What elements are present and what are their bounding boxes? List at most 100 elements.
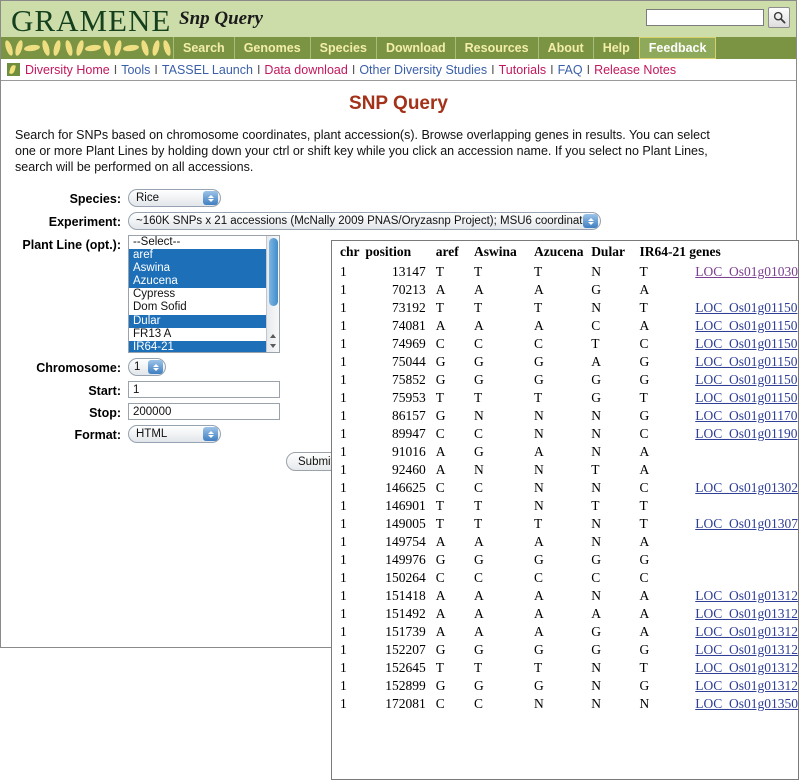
nav-item-search[interactable]: Search bbox=[173, 37, 234, 59]
nav-item-help[interactable]: Help bbox=[592, 37, 639, 59]
nav-item-genomes[interactable]: Genomes bbox=[233, 37, 310, 59]
nav-item-species[interactable]: Species bbox=[309, 37, 376, 59]
sublink-diversity-home[interactable]: Diversity Home bbox=[25, 63, 110, 77]
gene-link[interactable]: LOC_Os01g01307 bbox=[695, 516, 798, 531]
cell-aref: A bbox=[435, 444, 446, 459]
cell-dular: N bbox=[591, 444, 601, 459]
sublink-other-diversity-studies[interactable]: Other Diversity Studies bbox=[359, 63, 487, 77]
nav-item-about[interactable]: About bbox=[537, 37, 593, 59]
cell-genes: LOC_Os01g01150 bbox=[689, 371, 798, 389]
plantline-option[interactable]: aref bbox=[129, 249, 266, 263]
table-row: 1 151492 A A A A A LOC_Os01g01312 bbox=[332, 605, 798, 623]
gene-link[interactable]: LOC_Os01g01150 bbox=[695, 354, 797, 369]
gene-link[interactable]: LOC_Os01g01150 bbox=[695, 390, 797, 405]
cell-ir64-21: G bbox=[639, 408, 650, 423]
plantline-option[interactable]: Cypress bbox=[129, 288, 266, 301]
sublink-faq[interactable]: FAQ bbox=[558, 63, 583, 77]
gene-link[interactable]: LOC_Os01g01350 bbox=[695, 696, 798, 711]
cell-position: 13147 bbox=[391, 264, 426, 279]
chromosome-select[interactable]: 1 bbox=[128, 358, 166, 376]
gene-link[interactable]: LOC_Os01g01030 bbox=[695, 264, 798, 279]
sublink-tassel-launch[interactable]: TASSEL Launch bbox=[162, 63, 253, 77]
cell-dular: A bbox=[591, 606, 601, 621]
species-value: Rice bbox=[136, 192, 160, 204]
cell-azucena: C bbox=[534, 570, 544, 585]
gene-link[interactable]: LOC_Os01g01150 bbox=[695, 318, 797, 333]
plantline-option[interactable]: --Select-- bbox=[129, 236, 266, 249]
plantline-option[interactable]: FR13 A bbox=[129, 328, 266, 341]
cell-ir64-21: T bbox=[639, 390, 648, 405]
gene-link[interactable]: LOC_Os01g01312 bbox=[695, 606, 798, 621]
gene-link[interactable]: LOC_Os01g01312 bbox=[695, 624, 798, 639]
search-input[interactable] bbox=[646, 9, 764, 26]
experiment-select[interactable]: ~160K SNPs x 21 accessions (McNally 2009… bbox=[128, 212, 601, 230]
gene-link[interactable]: LOC_Os01g01312 bbox=[695, 642, 798, 657]
cell-position: 172081 bbox=[385, 696, 426, 711]
cell-ir64-21: A bbox=[639, 534, 650, 549]
gene-link[interactable]: LOC_Os01g01150 bbox=[695, 300, 797, 315]
plantline-listbox[interactable]: --Select-- aref Aswina Azucena Cypress Dom So… bbox=[128, 235, 280, 353]
plantline-option[interactable]: IR64-21 bbox=[129, 340, 266, 352]
format-select[interactable]: HTML bbox=[128, 425, 221, 443]
gene-link[interactable]: LOC_Os01g01170 bbox=[695, 408, 797, 423]
cell-aref: A bbox=[435, 282, 446, 297]
cell-position: 146625 bbox=[385, 480, 426, 495]
sublink-data-download[interactable]: Data download bbox=[264, 63, 347, 77]
scroll-down-icon[interactable] bbox=[270, 344, 276, 348]
cell-dular: T bbox=[591, 498, 600, 513]
gene-link[interactable]: LOC_Os01g01190 bbox=[695, 426, 797, 441]
cell-azucena: A bbox=[534, 534, 544, 549]
nav-item-feedback[interactable]: Feedback bbox=[638, 37, 717, 59]
cell-genes: LOC_Os01g01312 bbox=[689, 641, 798, 659]
cell-genes: LOC_Os01g01312 bbox=[689, 605, 798, 623]
table-row: 1 149754 A A A N A bbox=[332, 533, 798, 551]
cell-aref: C bbox=[435, 570, 445, 585]
nav-item-download[interactable]: Download bbox=[375, 37, 455, 59]
gene-link[interactable]: LOC_Os01g01312 bbox=[695, 588, 798, 603]
stop-input[interactable] bbox=[128, 403, 280, 420]
plantline-option[interactable]: Aswina bbox=[129, 262, 266, 276]
cell-ir64-21: G bbox=[639, 372, 650, 387]
plantline-option[interactable]: Dular bbox=[129, 314, 266, 328]
cell-position: 146901 bbox=[385, 498, 426, 513]
scroll-up-icon[interactable] bbox=[270, 334, 276, 338]
table-row: 1 149005 T T T N T LOC_Os01g01307 bbox=[332, 515, 798, 533]
sublink-tutorials[interactable]: Tutorials bbox=[499, 63, 546, 77]
search-button[interactable] bbox=[768, 7, 790, 28]
cell-azucena: T bbox=[534, 390, 543, 405]
cell-position: 150264 bbox=[385, 570, 426, 585]
scrollbar-thumb[interactable] bbox=[269, 238, 278, 306]
cell-chr: 1 bbox=[340, 516, 347, 531]
plantline-option[interactable]: Dom Sofid bbox=[129, 301, 266, 314]
nav-item-resources[interactable]: Resources bbox=[454, 37, 538, 59]
cell-position: 151739 bbox=[385, 624, 426, 639]
cell-dular: A bbox=[591, 354, 601, 369]
sublink-tools[interactable]: Tools bbox=[121, 63, 150, 77]
cell-genes: LOC_Os01g01150 bbox=[689, 335, 798, 353]
species-select[interactable]: Rice bbox=[128, 189, 221, 207]
gene-link[interactable]: LOC_Os01g01150 bbox=[695, 372, 797, 387]
plantline-scrollbar[interactable] bbox=[266, 236, 279, 352]
cell-chr: 1 bbox=[340, 660, 347, 675]
cell-genes: LOC_Os01g01312 bbox=[689, 659, 798, 677]
gramene-logo[interactable]: GRAMENE bbox=[11, 3, 171, 37]
plantline-label: Plant Line (opt.): bbox=[22, 238, 121, 252]
cell-dular: G bbox=[591, 552, 601, 567]
cell-dular: N bbox=[591, 408, 601, 423]
cell-genes bbox=[689, 281, 798, 299]
gene-link[interactable]: LOC_Os01g01302 bbox=[695, 480, 798, 495]
sublink-release-notes[interactable]: Release Notes bbox=[594, 63, 676, 77]
gene-link[interactable]: LOC_Os01g01312 bbox=[695, 660, 798, 675]
plantline-option[interactable]: Azucena bbox=[129, 275, 266, 289]
sublink-separator: I bbox=[351, 62, 356, 77]
cell-azucena: G bbox=[534, 354, 544, 369]
cell-ir64-21: N bbox=[639, 696, 650, 711]
start-input[interactable] bbox=[128, 381, 280, 398]
cell-chr: 1 bbox=[340, 696, 347, 711]
table-row: 1 74081 A A A C A LOC_Os01g01150 bbox=[332, 317, 798, 335]
gene-link[interactable]: LOC_Os01g01312 bbox=[695, 678, 798, 693]
cell-azucena: A bbox=[534, 588, 544, 603]
cell-azucena: G bbox=[534, 372, 544, 387]
cell-azucena: N bbox=[534, 696, 544, 711]
gene-link[interactable]: LOC_Os01g01150 bbox=[695, 336, 797, 351]
